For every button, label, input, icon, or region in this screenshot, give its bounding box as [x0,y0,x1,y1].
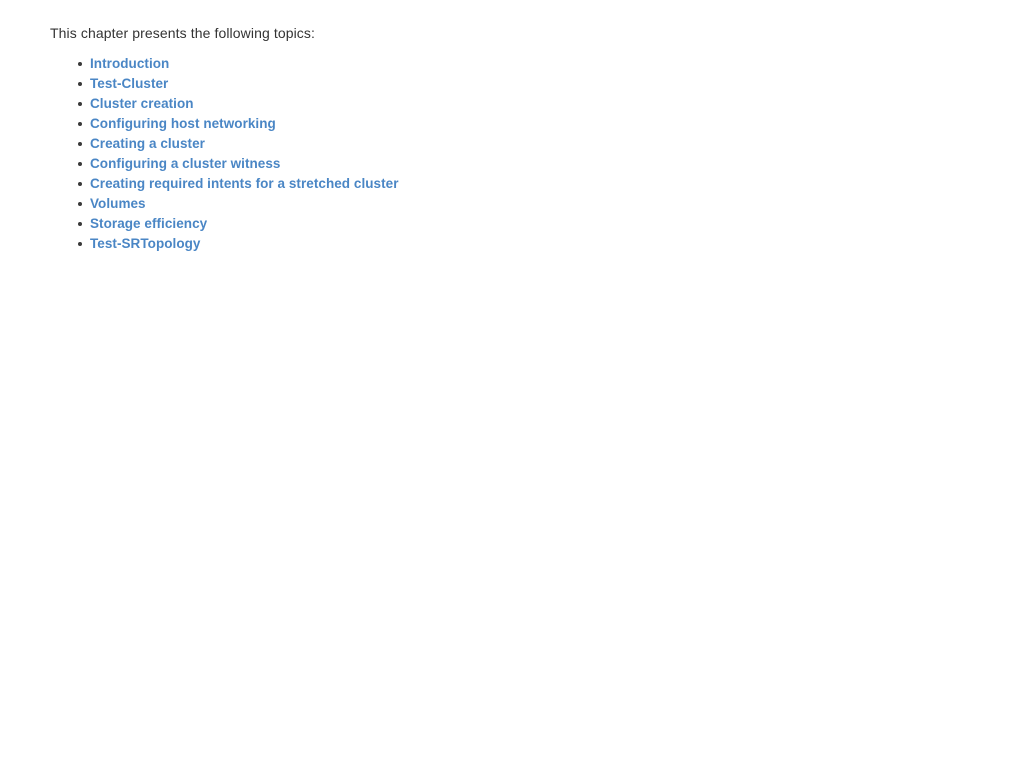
topic-link-storage-efficiency[interactable]: Storage efficiency [90,216,207,231]
topic-link-test-srtopology[interactable]: Test-SRTopology [90,236,201,251]
topic-link-configuring-host-networking[interactable]: Configuring host networking [90,116,276,131]
list-item[interactable]: Volumes [50,194,970,214]
topic-link-creating-a-cluster[interactable]: Creating a cluster [90,136,205,151]
chapter-content: This chapter presents the following topi… [50,24,970,254]
bullet-icon [78,62,82,66]
topic-link-configuring-a-cluster-witness[interactable]: Configuring a cluster witness [90,156,280,171]
bullet-icon [78,142,82,146]
chapter-intro-text: This chapter presents the following topi… [50,25,315,41]
bullet-icon [78,222,82,226]
topic-link-introduction[interactable]: Introduction [90,56,169,71]
bullet-icon [78,242,82,246]
bullet-icon [78,202,82,206]
list-item[interactable]: Creating required intents for a stretche… [50,174,970,194]
chapter-topic-list: Introduction Test-Cluster Cluster creati… [50,54,970,254]
list-item[interactable]: Storage efficiency [50,214,970,234]
bullet-icon [78,122,82,126]
list-item[interactable]: Test-Cluster [50,74,970,94]
document-page: This chapter presents the following topi… [0,0,1024,768]
bullet-icon [78,102,82,106]
bullet-icon [78,82,82,86]
list-item[interactable]: Configuring a cluster witness [50,154,970,174]
list-item[interactable]: Cluster creation [50,94,970,114]
bullet-icon [78,162,82,166]
topic-link-cluster-creation[interactable]: Cluster creation [90,96,194,111]
list-item[interactable]: Introduction [50,54,970,74]
list-item[interactable]: Test-SRTopology [50,234,970,254]
topic-link-creating-required-intents[interactable]: Creating required intents for a stretche… [90,176,399,191]
list-item[interactable]: Configuring host networking [50,114,970,134]
bullet-icon [78,182,82,186]
topic-link-volumes[interactable]: Volumes [90,196,146,211]
list-item[interactable]: Creating a cluster [50,134,970,154]
topic-link-test-cluster[interactable]: Test-Cluster [90,76,168,91]
